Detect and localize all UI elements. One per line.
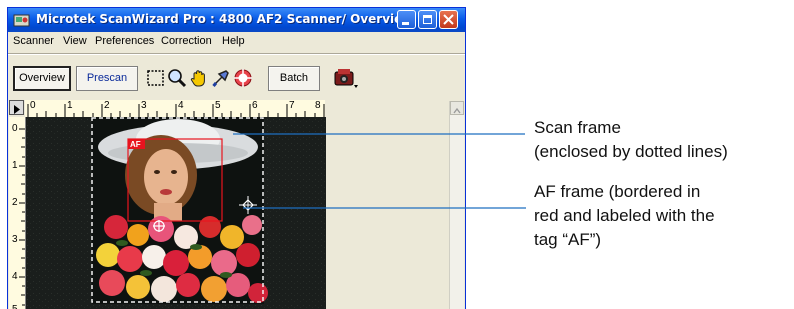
- af-frame-caption-line2: red and labeled with the: [534, 206, 715, 225]
- batch-button[interactable]: Batch: [268, 66, 320, 91]
- close-button[interactable]: [439, 10, 458, 29]
- ruler-label-h8: 8: [315, 100, 321, 111]
- ruler-label-h5: 5: [215, 100, 221, 111]
- af-frame-caption-line3: tag “AF”): [534, 230, 602, 249]
- af-frame-caption-line1: AF frame (bordered in: [534, 182, 701, 201]
- ruler-label-h1: 1: [67, 100, 73, 111]
- scan-frame-caption-line2: (enclosed by dotted lines): [534, 142, 728, 161]
- ruler-label-h4: 4: [178, 100, 184, 111]
- scan-frame-tool-icon[interactable]: [146, 68, 166, 88]
- ruler-label-h7: 7: [289, 100, 295, 111]
- af-frame-caption: AF frame (bordered in red and labeled wi…: [534, 180, 715, 252]
- ruler-label-h6: 6: [252, 100, 258, 111]
- toolbar: Overview Prescan Batch: [8, 53, 465, 93]
- scan-bed-preview: AF: [26, 117, 326, 309]
- maximize-icon: [423, 15, 432, 24]
- close-icon: [443, 14, 454, 25]
- ruler-label-v5: 5: [12, 304, 18, 309]
- menu-preferences[interactable]: Preferences: [95, 35, 154, 47]
- ruler-label-h2: 2: [104, 100, 110, 111]
- menu-view[interactable]: View: [63, 35, 87, 47]
- menu-correction[interactable]: Correction: [161, 35, 212, 47]
- scanwizard-app-icon: [13, 14, 30, 27]
- horizontal-ruler: 0 1 2 3 4 5 6 7 8: [25, 100, 325, 118]
- ruler-label-v1: 1: [12, 160, 18, 171]
- prescan-button[interactable]: Prescan: [76, 66, 138, 91]
- app-window: Microtek ScanWizard Pro : 4800 AF2 Scann…: [7, 7, 466, 309]
- scan-frame-caption-line1: Scan frame: [534, 118, 621, 137]
- minimize-button[interactable]: [397, 10, 416, 29]
- play-icon: [14, 105, 20, 114]
- eyedropper-icon[interactable]: [211, 68, 231, 88]
- af-tag-label: AF: [130, 140, 141, 149]
- scan-frame-caption: Scan frame (enclosed by dotted lines): [534, 116, 728, 164]
- menu-help[interactable]: Help: [222, 35, 245, 47]
- scanner-settings-icon[interactable]: [333, 66, 359, 90]
- preview-image: AF: [26, 117, 326, 309]
- hand-icon[interactable]: [189, 68, 209, 88]
- minimize-icon: [402, 22, 409, 25]
- target-icon[interactable]: [233, 68, 253, 88]
- ruler-unit-button[interactable]: [9, 100, 24, 115]
- ruler-label-v4: 4: [12, 271, 18, 282]
- preview-area: 0 1 2 3 4 5 6 7 8 0 1 2 3 4 5: [8, 98, 465, 309]
- ruler-label-v0: 0: [12, 123, 18, 134]
- ruler-label-h3: 3: [141, 100, 147, 111]
- maximize-button[interactable]: [418, 10, 437, 29]
- ruler-label-h0: 0: [30, 100, 36, 111]
- vertical-scrollbar[interactable]: [449, 101, 464, 309]
- zoom-icon[interactable]: [167, 68, 187, 88]
- ruler-label-v2: 2: [12, 197, 18, 208]
- menu-scanner[interactable]: Scanner: [13, 35, 54, 47]
- scroll-up-button[interactable]: [450, 101, 464, 115]
- arrow-up-icon: [453, 107, 461, 114]
- window-title: Microtek ScanWizard Pro : 4800 AF2 Scann…: [36, 12, 414, 26]
- overview-button[interactable]: Overview: [13, 66, 71, 91]
- title-bar[interactable]: Microtek ScanWizard Pro : 4800 AF2 Scann…: [8, 8, 465, 32]
- vertical-ruler: 0 1 2 3 4 5: [9, 117, 26, 309]
- ruler-label-v3: 3: [12, 234, 18, 245]
- menu-bar: Scanner View Preferences Correction Help: [8, 32, 465, 52]
